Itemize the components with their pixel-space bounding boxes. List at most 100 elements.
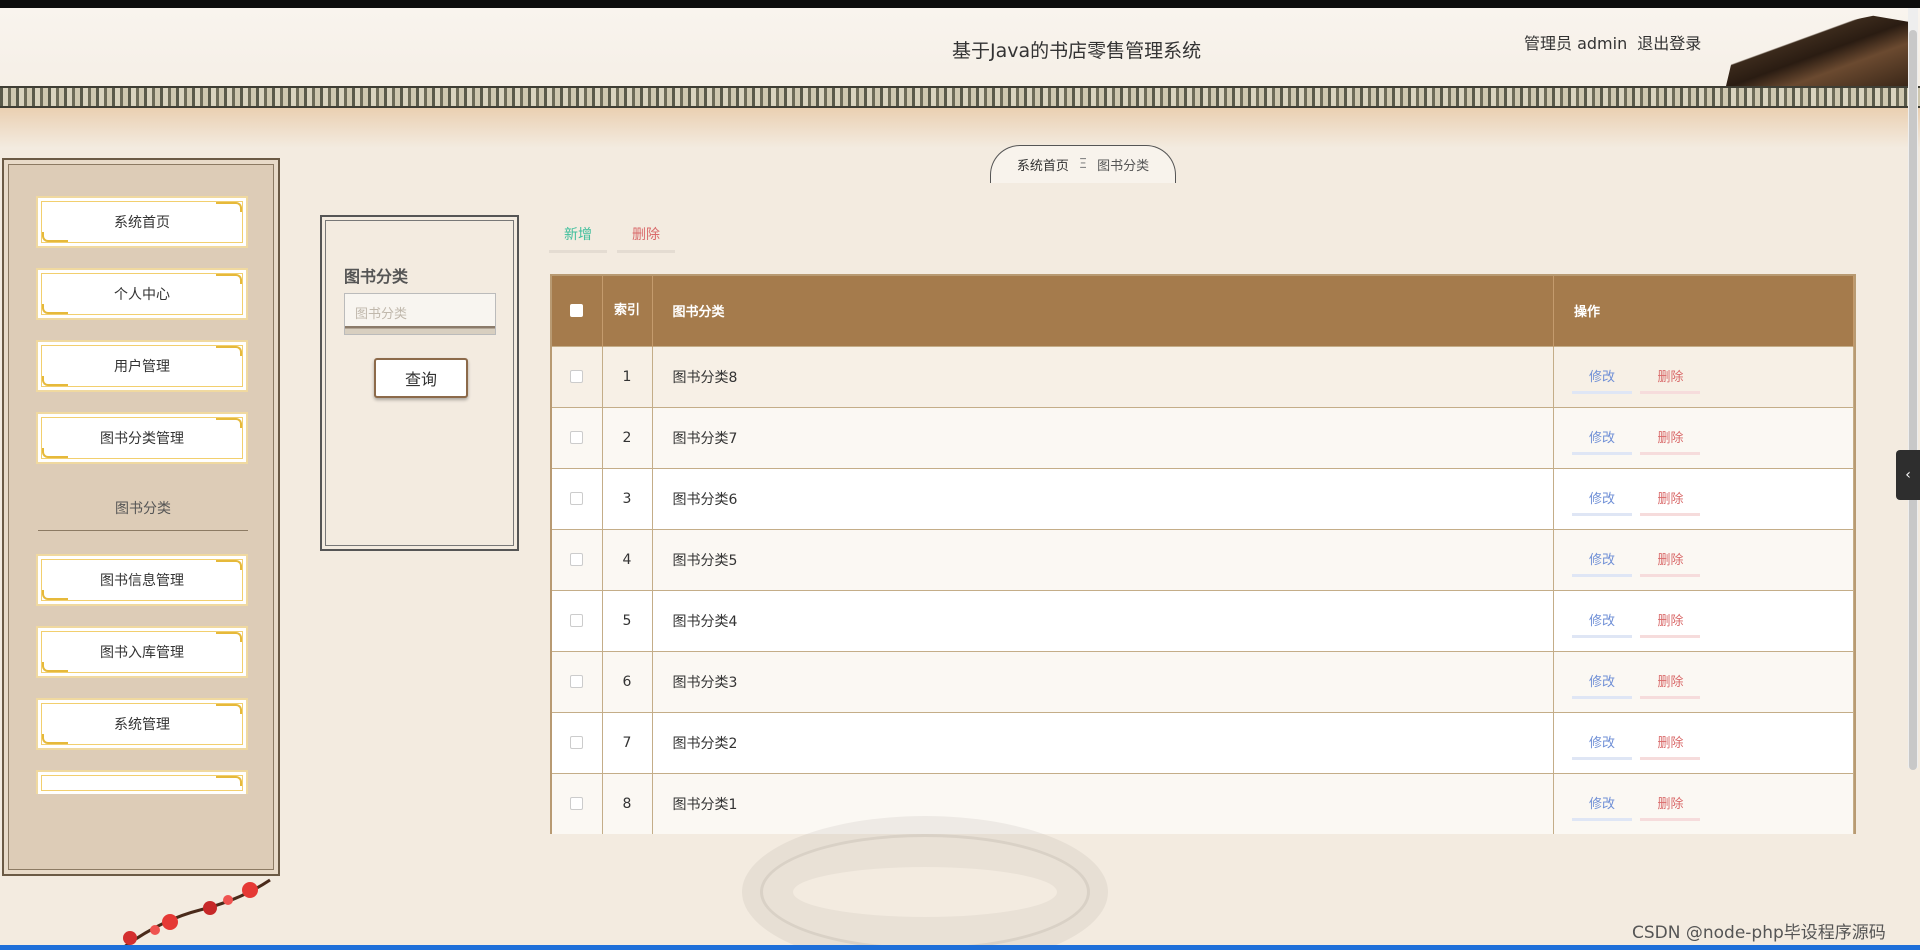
row-select-cell — [552, 346, 603, 407]
scroll-ornament-icon — [216, 704, 242, 714]
scroll-ornament-icon — [42, 662, 68, 672]
scroll-ornament-icon — [216, 202, 242, 212]
edit-button[interactable]: 修改 — [1572, 665, 1632, 699]
watermark: CSDN @node-php毕设程序源码 — [1632, 923, 1886, 943]
scroll-ornament-icon — [42, 376, 68, 386]
row-category-name: 图书分类7 — [652, 407, 1554, 468]
row-checkbox[interactable] — [570, 431, 584, 444]
breadcrumb-current: 图书分类 — [1097, 159, 1150, 174]
row-operations: 修改 删除 — [1553, 651, 1854, 712]
row-index: 7 — [602, 712, 653, 773]
row-checkbox[interactable] — [570, 553, 584, 566]
ink-wash-decoration — [0, 108, 1920, 148]
row-category-name: 图书分类3 — [652, 651, 1554, 712]
row-checkbox[interactable] — [570, 797, 584, 811]
select-all-cell — [552, 276, 603, 346]
delete-button[interactable]: 删除 — [1640, 543, 1701, 577]
header-category: 图书分类 — [652, 276, 1554, 346]
row-operations: 修改 删除 — [1553, 773, 1854, 834]
sidebar-item-label: 用户管理 — [114, 359, 170, 375]
sidebar-item-label: 系统管理 — [114, 717, 170, 733]
category-search-input[interactable] — [344, 293, 496, 335]
row-select-cell — [552, 468, 603, 529]
sidebar-item-partial[interactable] — [36, 770, 248, 794]
row-index: 5 — [602, 590, 653, 651]
sidebar: 系统首页 个人中心 用户管理 图书分类管理 图书分类 图书信息管理 图书入库管理… — [2, 158, 280, 876]
edit-button[interactable]: 修改 — [1572, 543, 1632, 577]
sidebar-item-book-info[interactable]: 图书信息管理 — [36, 554, 248, 606]
row-index: 6 — [602, 651, 653, 712]
header: 基于Java的书店零售管理系统 管理员 admin 退出登录 — [0, 8, 1920, 88]
edit-button[interactable]: 修改 — [1572, 604, 1632, 638]
row-select-cell — [552, 651, 603, 712]
delete-button[interactable]: 删除 — [1640, 482, 1701, 516]
side-panel-toggle[interactable]: ‹ — [1896, 450, 1920, 500]
pattern-band — [0, 86, 1920, 108]
breadcrumb-home[interactable]: 系统首页 — [1017, 155, 1069, 174]
chevron-left-icon: ‹ — [1905, 467, 1911, 483]
sidebar-item-stock-in[interactable]: 图书入库管理 — [36, 626, 248, 678]
row-index: 3 — [602, 468, 653, 529]
select-all-checkbox[interactable] — [570, 304, 584, 318]
edit-button[interactable]: 修改 — [1572, 360, 1632, 394]
delete-button[interactable]: 删除 — [1640, 726, 1701, 760]
edit-button[interactable]: 修改 — [1572, 787, 1632, 821]
scroll-ornament-icon — [42, 590, 68, 600]
edit-button[interactable]: 修改 — [1572, 421, 1632, 455]
scrollbar-thumb[interactable] — [1909, 30, 1917, 770]
table-row: 1 图书分类8 修改 删除 — [552, 346, 1854, 407]
delete-button[interactable]: 删除 — [1640, 665, 1701, 699]
sidebar-item-label: 系统首页 — [114, 215, 170, 231]
sidebar-item-users[interactable]: 用户管理 — [36, 340, 248, 392]
add-button[interactable]: 新增 — [549, 217, 607, 253]
row-category-name: 图书分类6 — [652, 468, 1554, 529]
table-row: 7 图书分类2 修改 删除 — [552, 712, 1854, 773]
scroll-ornament-icon — [216, 274, 242, 284]
category-table: 索引 图书分类 操作 1 图书分类8 修改 删除 2 图书分类7 修改 删除 3… — [550, 274, 1856, 834]
row-index: 8 — [602, 773, 653, 834]
delete-button[interactable]: 删除 — [1640, 421, 1701, 455]
table-row: 3 图书分类6 修改 删除 — [552, 468, 1854, 529]
edit-button[interactable]: 修改 — [1572, 726, 1632, 760]
logout-link[interactable]: 退出登录 — [1637, 30, 1701, 54]
delete-button[interactable]: 删除 — [1640, 360, 1701, 394]
header-operations: 操作 — [1553, 276, 1854, 346]
scroll-ornament-icon — [42, 734, 68, 744]
row-checkbox[interactable] — [570, 736, 584, 749]
row-checkbox[interactable] — [570, 614, 584, 627]
table-row: 8 图书分类1 修改 删除 — [552, 773, 1854, 834]
row-index: 4 — [602, 529, 653, 590]
row-checkbox[interactable] — [570, 675, 584, 688]
sidebar-item-label: 图书信息管理 — [100, 573, 184, 589]
query-button[interactable]: 查询 — [374, 358, 468, 398]
sidebar-item-system[interactable]: 系统管理 — [36, 698, 248, 750]
user-area: 管理员 admin 退出登录 — [1524, 30, 1701, 54]
app-title: 基于Java的书店零售管理系统 — [952, 40, 1202, 62]
table-header-row: 索引 图书分类 操作 — [552, 276, 1854, 346]
scroll-ornament-icon — [42, 304, 68, 314]
breadcrumb-separator: Ξ — [1078, 157, 1088, 172]
ripple-decoration — [760, 834, 1090, 950]
sidebar-item-category-mgmt[interactable]: 图书分类管理 — [36, 412, 248, 464]
table-row: 4 图书分类5 修改 删除 — [552, 529, 1854, 590]
sidebar-subitem-category[interactable]: 图书分类 — [38, 498, 248, 531]
scroll-ornament-icon — [216, 632, 242, 642]
edit-button[interactable]: 修改 — [1572, 482, 1632, 516]
row-operations: 修改 删除 — [1553, 346, 1854, 407]
row-checkbox[interactable] — [570, 370, 584, 383]
batch-delete-button[interactable]: 删除 — [617, 217, 675, 253]
delete-button[interactable]: 删除 — [1640, 787, 1701, 821]
top-black-bar — [0, 0, 1920, 8]
row-select-cell — [552, 529, 603, 590]
delete-button[interactable]: 删除 — [1640, 604, 1701, 638]
progress-bar — [0, 945, 1920, 950]
sidebar-item-profile[interactable]: 个人中心 — [36, 268, 248, 320]
sidebar-item-home[interactable]: 系统首页 — [36, 196, 248, 248]
row-index: 1 — [602, 346, 653, 407]
row-select-cell — [552, 590, 603, 651]
table-row: 6 图书分类3 修改 删除 — [552, 651, 1854, 712]
scroll-ornament-icon — [216, 776, 242, 786]
row-operations: 修改 删除 — [1553, 590, 1854, 651]
row-checkbox[interactable] — [570, 492, 584, 505]
row-category-name: 图书分类4 — [652, 590, 1554, 651]
